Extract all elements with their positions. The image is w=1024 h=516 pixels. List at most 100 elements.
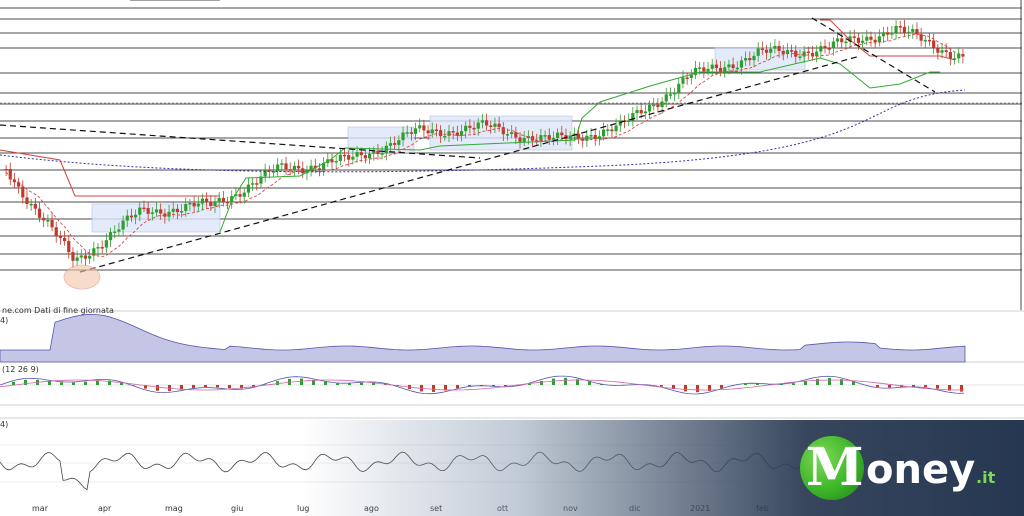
candle-body bbox=[706, 68, 710, 72]
candle-body bbox=[167, 211, 171, 217]
candle-body bbox=[150, 212, 154, 214]
candle-body bbox=[652, 104, 656, 107]
candle-body bbox=[831, 41, 835, 49]
candle-body bbox=[121, 220, 125, 230]
macd-histogram-bar bbox=[936, 385, 939, 389]
candle-body bbox=[614, 125, 618, 132]
candle-body bbox=[380, 153, 384, 155]
candle-body bbox=[58, 236, 63, 238]
candle-body bbox=[806, 51, 810, 54]
candle-body bbox=[205, 198, 209, 202]
macd-histogram-bar bbox=[432, 385, 435, 392]
candle-body bbox=[522, 138, 526, 142]
candle-body bbox=[802, 51, 806, 57]
candle-body bbox=[409, 132, 413, 134]
candle-body bbox=[840, 38, 844, 43]
candle-body bbox=[489, 125, 493, 127]
rsi-panel-label: 4) bbox=[0, 420, 9, 429]
candle-body bbox=[752, 55, 756, 61]
macd-histogram-bar bbox=[660, 385, 663, 387]
x-tick-label: giu bbox=[231, 504, 244, 513]
candle-body bbox=[292, 165, 296, 170]
candle-body bbox=[476, 122, 480, 129]
candle-body bbox=[484, 120, 489, 126]
candle-body bbox=[67, 241, 71, 253]
macd-histogram-bar bbox=[156, 385, 159, 391]
macd-histogram-bar bbox=[192, 385, 195, 388]
candle-body bbox=[413, 128, 418, 134]
candle-body bbox=[739, 60, 744, 68]
candle-body bbox=[518, 137, 522, 142]
candle-body bbox=[443, 135, 447, 138]
candle-body bbox=[827, 48, 831, 50]
candle-body bbox=[393, 143, 397, 145]
candle-body bbox=[238, 194, 242, 197]
candle-body bbox=[113, 231, 117, 234]
candle-body bbox=[33, 203, 37, 209]
candle-body bbox=[342, 154, 347, 157]
candle-body bbox=[459, 131, 464, 136]
macd-histogram-bar bbox=[540, 380, 543, 385]
candle-body bbox=[790, 50, 794, 52]
macd-histogram-bar bbox=[588, 381, 591, 385]
candle-body bbox=[288, 169, 292, 171]
candle-body bbox=[359, 152, 363, 156]
candle-body bbox=[744, 58, 748, 61]
candle-body bbox=[255, 183, 259, 185]
indicator-area bbox=[0, 313, 966, 363]
macd-histogram-bar bbox=[924, 385, 927, 387]
candle-body bbox=[88, 255, 92, 259]
candle-body bbox=[902, 26, 907, 33]
candle-body bbox=[547, 135, 551, 140]
macd-histogram-bar bbox=[744, 383, 747, 385]
logo-suffix: .it bbox=[976, 468, 996, 487]
candle-body bbox=[451, 131, 455, 133]
macd-histogram-bar bbox=[336, 383, 339, 385]
candle-body bbox=[50, 220, 54, 228]
candle-body bbox=[434, 129, 439, 132]
macd-histogram-bar bbox=[360, 382, 363, 385]
macd-histogram-bar bbox=[912, 385, 915, 387]
candle-body bbox=[764, 49, 769, 53]
candle-body bbox=[246, 184, 251, 193]
candle-body bbox=[355, 152, 359, 157]
candle-body bbox=[405, 132, 409, 134]
candle-body bbox=[397, 140, 401, 145]
candle-body bbox=[844, 41, 848, 44]
candle-body bbox=[551, 137, 556, 140]
candle-body bbox=[100, 247, 104, 249]
candle-body bbox=[79, 255, 83, 258]
candle-body bbox=[134, 214, 138, 218]
candle-body bbox=[37, 208, 42, 218]
candle-body bbox=[610, 129, 614, 132]
logo-initial: M bbox=[806, 437, 864, 498]
candle-body bbox=[673, 92, 677, 95]
candle-body bbox=[42, 217, 46, 221]
volume-panel-label: 4) bbox=[0, 316, 9, 325]
macd-histogram-bar bbox=[324, 381, 327, 385]
candle-body bbox=[911, 29, 915, 32]
candle-body bbox=[819, 46, 823, 52]
macd-histogram-bar bbox=[216, 385, 219, 388]
candle-body bbox=[769, 48, 773, 53]
candle-body bbox=[296, 165, 301, 169]
logo-wordmark: oney bbox=[866, 447, 976, 493]
candle-body bbox=[29, 203, 33, 206]
macd-histogram-bar bbox=[276, 381, 279, 385]
candle-body bbox=[83, 255, 88, 259]
macd-histogram-bar bbox=[816, 378, 819, 385]
macd-histogram-bar bbox=[852, 381, 855, 385]
candle-body bbox=[718, 67, 723, 72]
chart-stage: ne.com Dati di fine giornata 4) (12 26 9… bbox=[0, 0, 1024, 516]
candle-body bbox=[138, 207, 142, 215]
low-highlight-ellipse bbox=[63, 264, 101, 290]
candle-body bbox=[568, 135, 572, 140]
candle-body bbox=[175, 208, 179, 213]
money-it-logo[interactable]: M oney .it bbox=[800, 434, 1010, 504]
candle-body bbox=[881, 32, 886, 37]
candle-body bbox=[163, 213, 167, 217]
candle-body bbox=[756, 48, 760, 56]
candle-body bbox=[171, 208, 175, 212]
candle-body bbox=[794, 50, 798, 57]
candle-body bbox=[727, 64, 731, 68]
